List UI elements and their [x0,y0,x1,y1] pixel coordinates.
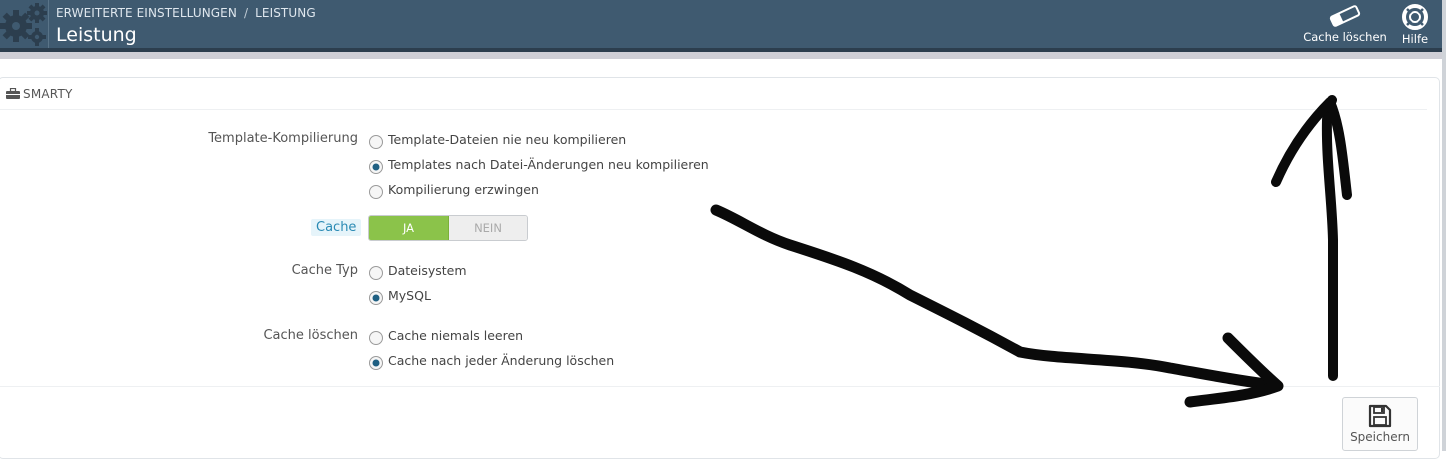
radio-label-force-compile[interactable]: Kompilierung erzwingen [388,182,539,197]
panel-heading-title: SMARTY [23,87,73,101]
radio-label-never-recompile[interactable]: Template-Dateien nie neu kompilieren [388,132,626,147]
breadcrumb-item-performance[interactable]: LEISTUNG [255,6,316,20]
page-header: ERWEITERTE EINSTELLUNGEN / LEISTUNG Leistu… [0,0,1442,52]
breadcrumb: ERWEITERTE EINSTELLUNGEN / LEISTUNG [56,6,316,20]
cache-toggle-no[interactable]: NEIN [449,216,527,240]
breadcrumb-item-advanced-settings[interactable]: ERWEITERTE EINSTELLUNGEN [56,6,237,20]
radio-clear-on-change[interactable] [368,355,384,371]
radio-filesystem[interactable] [368,265,384,281]
header-divider [0,52,1442,59]
save-button[interactable]: Speichern [1342,397,1418,451]
floppy-disk-icon [1368,404,1392,428]
radio-label-never-clear[interactable]: Cache niemals leeren [388,328,523,343]
page-title: Leistung [56,24,137,46]
cache-label: Cache [311,219,362,236]
panel-heading: SMARTY [0,78,1427,110]
radio-never-recompile[interactable] [368,134,384,150]
template-compilation-label: Template-Kompilierung [208,131,358,146]
help-button[interactable]: Hilfe [1396,4,1434,46]
cache-clear-label: Cache löschen [263,328,358,343]
radio-force-compile[interactable] [368,184,384,200]
cache-toggle-yes[interactable]: JA [369,216,449,240]
clear-cache-button[interactable]: Cache löschen [1302,4,1388,44]
breadcrumb-separator: / [243,6,249,20]
radio-label-recompile-on-change[interactable]: Templates nach Datei-Änderungen neu komp… [388,157,709,172]
briefcase-icon [6,88,20,99]
radio-label-clear-on-change[interactable]: Cache nach jeder Änderung löschen [388,353,614,368]
panel-footer-divider [0,386,1440,387]
radio-label-filesystem[interactable]: Dateisystem [388,263,467,278]
cache-type-label: Cache Typ [291,263,358,278]
radio-never-clear[interactable] [368,330,384,346]
lifebuoy-icon [1402,4,1428,30]
help-label: Hilfe [1401,32,1429,46]
eraser-icon [1329,5,1361,27]
radio-mysql[interactable] [368,290,384,306]
cache-toggle-switch[interactable]: JA NEIN [368,215,528,241]
radio-label-mysql[interactable]: MySQL [388,288,431,303]
gears-icon [0,3,47,46]
settings-gears-logo [0,0,49,48]
radio-recompile-on-change[interactable] [368,159,384,175]
save-label: Speichern [1350,430,1410,444]
window-right-edge [1442,0,1446,451]
clear-cache-label: Cache löschen [1303,30,1387,44]
